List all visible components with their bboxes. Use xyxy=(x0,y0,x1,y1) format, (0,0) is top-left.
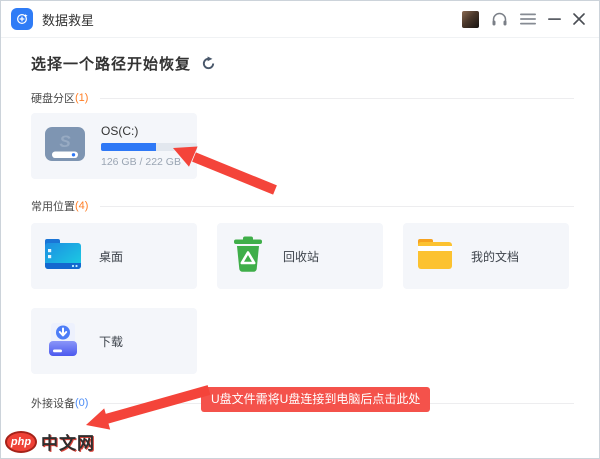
section-divider xyxy=(100,97,574,99)
location-label: 我的文档 xyxy=(471,249,520,264)
section-external-count: (0) xyxy=(75,397,89,409)
location-card-downloads[interactable]: 下载 xyxy=(31,308,197,374)
desktop-folder-icon xyxy=(43,236,83,277)
close-icon[interactable] xyxy=(573,13,585,25)
hard-drive-icon: S xyxy=(43,124,87,169)
downloads-icon xyxy=(43,320,83,363)
refresh-icon[interactable] xyxy=(201,56,216,71)
php-cn-watermark: php 中文网 xyxy=(5,429,95,454)
section-common-label: 常用位置 xyxy=(31,201,75,213)
recycle-bin-icon xyxy=(229,234,267,279)
section-common-count: (4) xyxy=(75,200,89,212)
svg-text:S: S xyxy=(59,132,71,151)
disk-usage-bar-fill xyxy=(101,143,156,151)
section-hard-disk-label: 硬盘分区 xyxy=(31,93,75,105)
section-divider xyxy=(100,205,574,207)
location-label: 回收站 xyxy=(283,249,320,264)
section-hard-disk: 硬盘分区 (1) xyxy=(31,90,574,106)
drive-card-os-c[interactable]: S OS(C:) 126 GB / 222 GB xyxy=(31,113,197,179)
titlebar: 数据救星 xyxy=(1,1,599,38)
minimize-icon[interactable] xyxy=(548,13,561,25)
location-label: 桌面 xyxy=(99,249,124,264)
app-window: 数据救星 选择一个路径开始恢复 硬盘分区 (1) S OS(C:) 126 GB… xyxy=(0,0,600,459)
usb-hint-tooltip: U盘文件需将U盘连接到电脑后点击此处 xyxy=(201,387,431,412)
page-title: 选择一个路径开始恢复 xyxy=(31,56,192,73)
app-title: 数据救星 xyxy=(42,12,95,28)
php-logo-text: 中文网 xyxy=(41,434,95,453)
section-hard-disk-count: (1) xyxy=(75,92,89,104)
disk-name: OS(C:) xyxy=(101,124,139,138)
disk-usage-bar xyxy=(101,143,197,151)
disk-usage-text: 126 GB / 222 GB xyxy=(101,156,181,168)
page-header: 选择一个路径开始恢复 xyxy=(31,53,216,74)
location-label: 下载 xyxy=(99,334,124,349)
menu-icon[interactable] xyxy=(520,13,536,25)
location-card-recycle-bin[interactable]: 回收站 xyxy=(217,223,383,289)
section-external-label: 外接设备 xyxy=(31,398,75,410)
php-logo-icon: php xyxy=(5,430,37,453)
documents-folder-icon xyxy=(415,237,455,276)
disk-info: OS(C:) 126 GB / 222 GB xyxy=(101,124,197,168)
user-avatar[interactable] xyxy=(462,10,479,28)
location-card-desktop[interactable]: 桌面 xyxy=(31,223,197,289)
section-common-locations: 常用位置 (4) xyxy=(31,198,574,214)
app-logo-icon xyxy=(11,8,33,30)
location-card-my-documents[interactable]: 我的文档 xyxy=(403,223,569,289)
headset-icon[interactable] xyxy=(491,12,508,27)
